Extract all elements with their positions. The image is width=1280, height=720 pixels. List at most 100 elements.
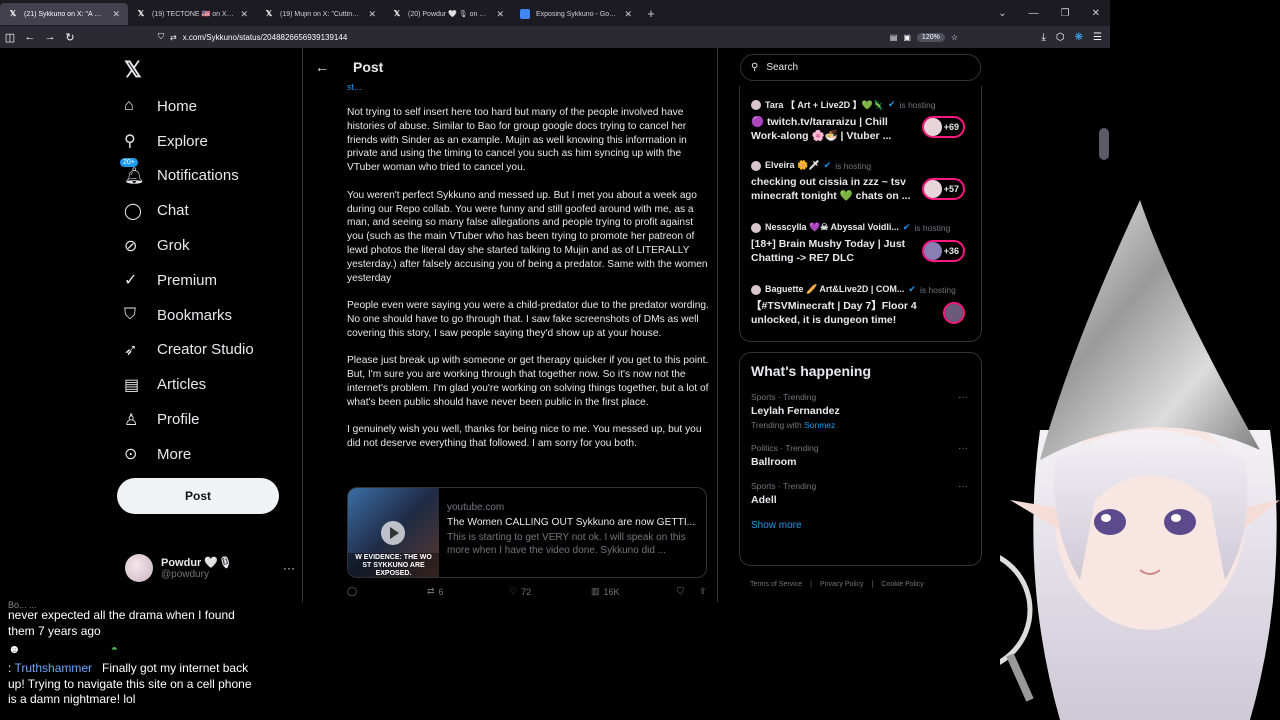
browser-tab[interactable]: 𝕏 (19) Mujin on X: "Cutting all tie ✕ [256,3,384,25]
show-more-link[interactable]: Show more [751,520,970,531]
x-logo-icon[interactable]: 𝕏 [124,57,142,83]
close-icon[interactable]: ✕ [240,9,248,20]
live-stream-item[interactable]: Elveira 🌼🗡 ✔ is hosting checking out cissi… [751,160,969,222]
play-icon[interactable] [381,521,405,545]
back-icon[interactable]: ← [20,31,40,43]
forward-icon[interactable]: → [40,31,60,43]
live-stream-item[interactable]: Nesscylla 💜☠ Abyssal Voidli... ✔ is hostin… [751,222,969,284]
trend-item[interactable]: Sports · Trending Adell ··· [751,481,970,506]
tab-title: (21) Sykkuno on X: "A message [24,10,107,18]
sidebar-item-premium[interactable]: ✓ Premium [124,263,254,298]
views-button[interactable]: ▥ 16K [591,586,677,597]
post-button[interactable]: Post [117,478,279,514]
more-icon[interactable]: ··· [958,481,968,492]
sidebar-item-bookmarks[interactable]: ⛉ Bookmarks [124,298,254,333]
minimize-button[interactable]: — [1029,8,1039,19]
sidebar-item-creator-studio[interactable]: ➶ Creator Studio [124,333,254,368]
sidebar-item-articles[interactable]: ▤ Articles [124,367,254,402]
sidebar-item-chat[interactable]: ◯ Chat [124,193,254,228]
close-icon[interactable]: ✕ [624,9,632,20]
scrollbar[interactable] [1099,128,1109,160]
close-icon[interactable]: ✕ [112,9,120,20]
screenshot-icon[interactable]: ▣ [903,33,911,42]
extensions-icon[interactable]: ⬡ [1056,32,1065,43]
tab-list-chevron-icon[interactable]: ⌄ [998,8,1006,19]
trend-item[interactable]: Politics · Trending Ballroom ··· [751,443,970,468]
url-text[interactable]: x.com/Sykkuno/status/2048826656939139144 [183,33,884,42]
trend-name: Ballroom [751,456,797,468]
back-arrow-icon[interactable]: ← [315,59,329,75]
close-window-button[interactable]: ✕ [1092,8,1100,19]
bookmark-star-icon[interactable]: ☆ [951,33,958,42]
zoom-level[interactable]: 120% [916,32,945,42]
trend-category: Sports · Trending [751,392,817,402]
close-icon[interactable]: ✕ [496,9,504,20]
restore-button[interactable]: ❐ [1061,8,1070,19]
google-docs-icon [520,9,530,19]
trend-item[interactable]: Sports · Trending Leylah Fernandez Trend… [751,392,970,430]
sidebar-item-more[interactable]: ⊙ More [124,437,254,472]
close-icon[interactable]: ✕ [368,9,376,20]
more-icon[interactable]: ··· [283,561,295,575]
site-info-icon[interactable]: ⇄ [170,33,177,42]
truncated-text: st... [347,82,362,92]
sidebar-item-label: Profile [157,411,200,429]
like-count: 72 [521,586,532,597]
link-card[interactable]: W EVIDENCE: THE WO ST SYKKUNO ARE EXPOSE… [347,487,707,578]
trend-category: Sports · Trending [751,481,817,491]
repost-icon: ⇄ [427,586,435,596]
sidebar-item-home[interactable]: ⌂ Home [124,89,254,124]
premium-check-icon: ✓ [124,272,138,290]
reload-icon[interactable]: ↻ [60,31,80,44]
x-logo-icon: 𝕏 [265,9,273,18]
avatar [923,180,942,198]
more-icon[interactable]: ··· [958,392,968,403]
address-bar[interactable]: ⛉ ⇄ x.com/Sykkuno/status/204882665693913… [158,28,958,46]
extension-icon[interactable]: ❋ [1075,32,1083,43]
sidebar-toggle-icon[interactable]: ◫ [0,31,20,44]
browser-tab[interactable]: 𝕏 (21) Sykkuno on X: "A message ✕ [0,3,128,25]
stream-title: 【#TSVMinecraft | Day 7】Floor 4 unlocked,… [751,300,917,326]
search-input[interactable]: ⚲ Search [740,54,981,81]
x-logo-icon: 𝕏 [9,9,17,18]
post-paragraph: Please just break up with someone or get… [347,355,709,408]
footer-link[interactable]: Terms of Service [750,581,802,588]
live-stream-item[interactable]: Baguette 🥖 Art&Live2D | COM... ✔ is hostin… [751,284,969,346]
browser-tab[interactable]: Exposing Sykkuno - Google Do ✕ [512,3,640,25]
bookmark-icon: ⛉ [124,306,137,324]
avatar [751,99,761,110]
card-description: This is starting to get VERY not ok. I w… [447,532,686,556]
footer-link[interactable]: Privacy Policy [820,581,864,588]
repost-button[interactable]: ⇄ 6 [427,586,509,597]
sidebar-item-grok[interactable]: ⊘ Grok [124,228,254,263]
shield-icon[interactable]: ⛉ [158,32,164,42]
download-icon[interactable]: ⤓ [1041,32,1045,43]
sidebar-item-label: Chat [157,202,189,220]
chat-message: : Truthshammer Finally got my internet b… [8,661,252,706]
browser-tab[interactable]: 𝕏 (20) Powdur 🤍 🎙 on X: "Bao, ✕ [384,3,512,25]
share-button[interactable]: ⇪ [699,586,707,597]
vtuber-avatar [1000,200,1280,720]
new-tab-button[interactable]: + [640,6,662,21]
trend-with-link[interactable]: Sonmez [804,420,835,430]
reader-mode-icon[interactable]: ▤ [890,33,898,42]
live-stream-item[interactable]: Tara 【 Art + Live2D 】💚🦎 ✔ is hosting 🟣 twi… [751,98,969,160]
sidebar-item-profile[interactable]: ♙ Profile [124,402,254,437]
video-thumbnail[interactable]: W EVIDENCE: THE WO ST SYKKUNO ARE EXPOSE… [348,488,439,577]
menu-icon[interactable]: ☰ [1093,32,1102,43]
sidebar-item-notifications[interactable]: 🔔︎ 20+ Notifications [120,157,254,194]
more-icon[interactable]: ··· [958,443,968,454]
stream-title: checking out cissia in zzz ~ tsv minecra… [751,176,911,202]
like-button[interactable]: ♡ 72 [509,586,591,597]
chat-cut-line: Bo... ... [8,600,37,608]
bookmark-button[interactable]: ⛉ [677,586,699,597]
reply-button[interactable]: ◯ [347,586,427,597]
footer-link[interactable]: Cookie Policy [881,581,923,588]
account-switcher[interactable]: Powdur 🤍🎙 @powdury ··· [125,554,295,582]
card-title: The Women CALLING OUT Sykkuno are now GE… [447,517,696,528]
avatar [751,160,761,171]
sidebar-item-explore[interactable]: ⚲ Explore [124,124,254,159]
section-title: What's happening [751,363,871,379]
browser-tab[interactable]: 𝕏 (19) TECTONE 🇺🇸 on X: "Cutting ✕ [128,3,256,25]
verified-badge-icon: ✔ [888,99,896,109]
